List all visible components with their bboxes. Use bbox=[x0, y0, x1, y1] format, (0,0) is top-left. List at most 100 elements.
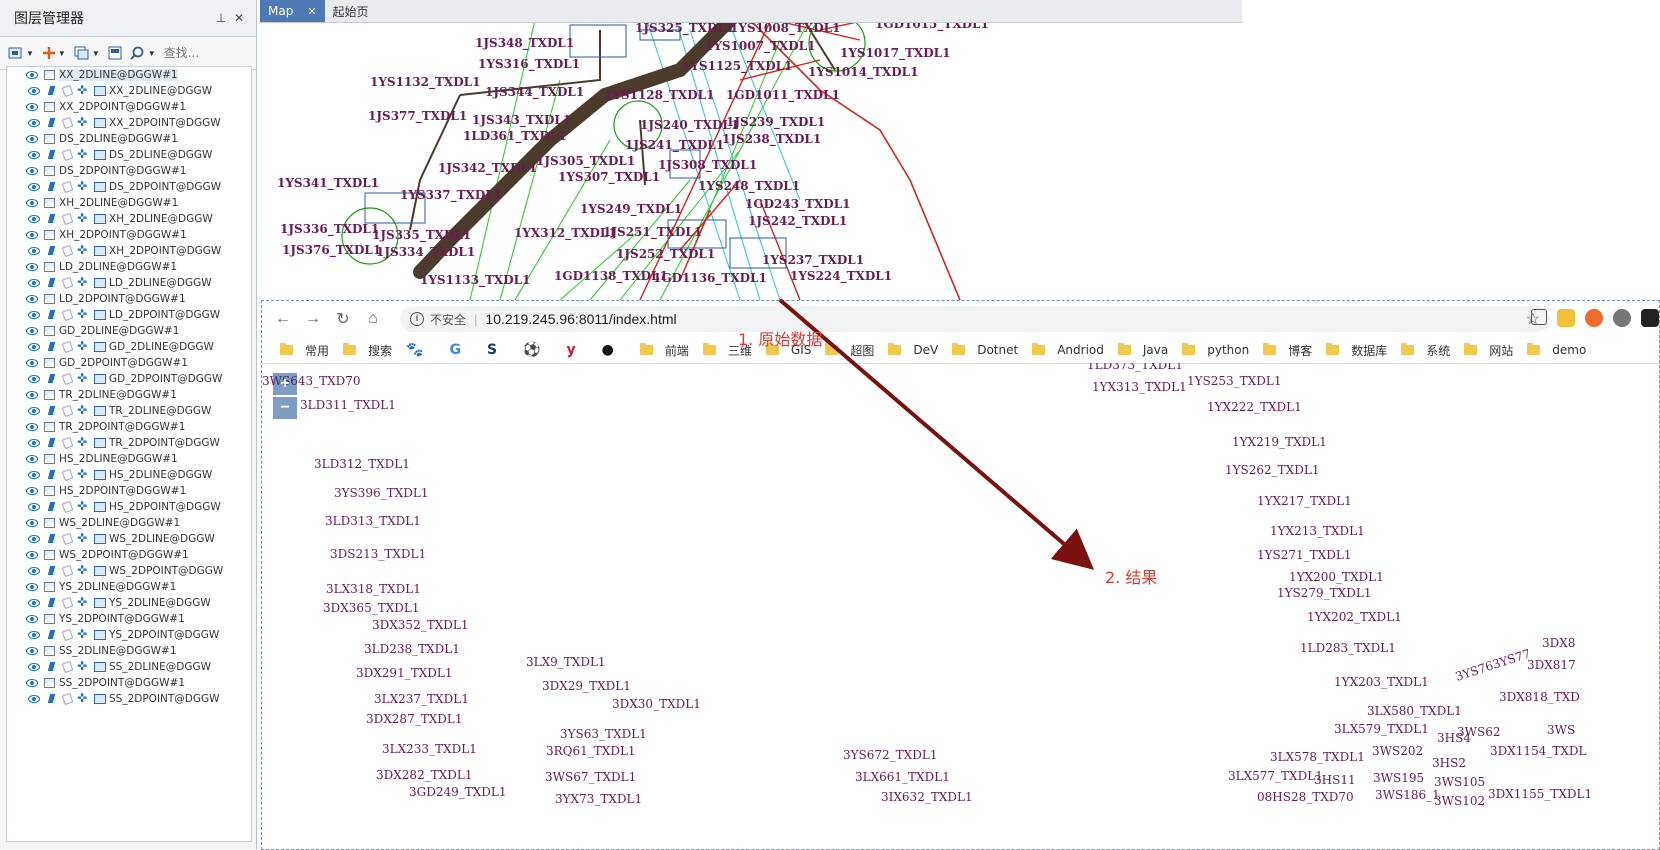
visibility-eye-icon[interactable] bbox=[27, 245, 43, 257]
selectable-pin-icon[interactable] bbox=[45, 629, 59, 641]
selectable-pin-icon[interactable] bbox=[45, 181, 59, 193]
layer-row[interactable]: TR_2DPOINT@DGGW bbox=[7, 435, 251, 451]
bookmark-item[interactable]: DeV bbox=[888, 343, 938, 357]
snap-icon[interactable] bbox=[77, 659, 91, 673]
selectable-pin-icon[interactable] bbox=[45, 565, 59, 577]
editable-icon[interactable] bbox=[61, 405, 75, 417]
layer-group-row[interactable]: XX_2DLINE@DGGW#1 bbox=[7, 67, 251, 83]
editable-icon[interactable] bbox=[61, 693, 75, 705]
bookmark-item[interactable]: 超图 bbox=[825, 342, 874, 359]
search-input[interactable] bbox=[161, 42, 250, 64]
layer-group-row[interactable]: XH_2DLINE@DGGW#1 bbox=[7, 195, 251, 211]
layer-group-row[interactable]: HS_2DPOINT@DGGW#1 bbox=[7, 483, 251, 499]
snap-icon[interactable] bbox=[77, 563, 91, 577]
visibility-eye-icon[interactable] bbox=[27, 373, 43, 385]
editable-icon[interactable] bbox=[61, 277, 75, 289]
pin-icon[interactable]: ⊥ bbox=[212, 11, 230, 25]
editable-icon[interactable] bbox=[61, 373, 75, 385]
layer-row[interactable]: YS_2DLINE@DGGW bbox=[7, 595, 251, 611]
snap-icon[interactable] bbox=[77, 179, 91, 193]
visibility-eye-icon[interactable] bbox=[25, 453, 41, 465]
layer-group-row[interactable]: DS_2DLINE@DGGW#1 bbox=[7, 131, 251, 147]
snap-icon[interactable] bbox=[77, 147, 91, 161]
layer-row[interactable]: TR_2DLINE@DGGW bbox=[7, 403, 251, 419]
visibility-eye-icon[interactable] bbox=[27, 341, 43, 353]
selectable-pin-icon[interactable] bbox=[45, 213, 59, 225]
layer-group-row[interactable]: LD_2DPOINT@DGGW#1 bbox=[7, 291, 251, 307]
selectable-pin-icon[interactable] bbox=[45, 85, 59, 97]
layer-group-row[interactable]: GD_2DPOINT@DGGW#1 bbox=[7, 355, 251, 371]
editable-icon[interactable] bbox=[61, 309, 75, 321]
extension-icon[interactable] bbox=[1557, 309, 1575, 327]
layer-group-row[interactable]: LD_2DLINE@DGGW#1 bbox=[7, 259, 251, 275]
bookmark-item[interactable]: python bbox=[1182, 343, 1249, 357]
bookmark-item[interactable]: S bbox=[487, 342, 509, 358]
snap-icon[interactable] bbox=[77, 595, 91, 609]
layer-row[interactable]: XX_2DLINE@DGGW bbox=[7, 83, 251, 99]
bookmark-item[interactable]: demo bbox=[1527, 343, 1586, 357]
visibility-eye-icon[interactable] bbox=[25, 357, 41, 369]
layer-row[interactable]: WS_2DPOINT@DGGW bbox=[7, 563, 251, 579]
infinity-icon[interactable] bbox=[1585, 309, 1603, 327]
visibility-eye-icon[interactable] bbox=[25, 421, 41, 433]
info-icon[interactable]: i bbox=[410, 312, 424, 326]
editable-icon[interactable] bbox=[61, 533, 75, 545]
editable-icon[interactable] bbox=[61, 661, 75, 673]
editable-icon[interactable] bbox=[61, 469, 75, 481]
editable-icon[interactable] bbox=[61, 341, 75, 353]
visibility-eye-icon[interactable] bbox=[27, 181, 43, 193]
snap-icon[interactable] bbox=[77, 211, 91, 225]
visibility-eye-icon[interactable] bbox=[25, 389, 41, 401]
layer-group-row[interactable]: SS_2DLINE@DGGW#1 bbox=[7, 643, 251, 659]
visibility-eye-icon[interactable] bbox=[27, 213, 43, 225]
snap-icon[interactable] bbox=[77, 371, 91, 385]
selectable-pin-icon[interactable] bbox=[45, 661, 59, 673]
bookmark-item[interactable]: Java bbox=[1117, 343, 1168, 357]
visibility-eye-icon[interactable] bbox=[25, 133, 41, 145]
editable-icon[interactable] bbox=[61, 629, 75, 641]
editable-icon[interactable] bbox=[61, 245, 75, 257]
bookmark-item[interactable]: 前端 bbox=[639, 342, 689, 359]
visibility-eye-icon[interactable] bbox=[27, 501, 43, 513]
selectable-pin-icon[interactable] bbox=[45, 597, 59, 609]
visibility-eye-icon[interactable] bbox=[27, 565, 43, 577]
editable-icon[interactable] bbox=[61, 117, 75, 129]
layer-row[interactable]: XX_2DPOINT@DGGW bbox=[7, 115, 251, 131]
selectable-pin-icon[interactable] bbox=[45, 693, 59, 705]
visibility-eye-icon[interactable] bbox=[25, 645, 41, 657]
layer-group-row[interactable]: SS_2DPOINT@DGGW#1 bbox=[7, 675, 251, 691]
selectable-pin-icon[interactable] bbox=[45, 117, 59, 129]
snap-icon[interactable] bbox=[77, 275, 91, 289]
snap-icon[interactable] bbox=[77, 115, 91, 129]
bookmark-item[interactable]: 🐾 bbox=[406, 342, 435, 358]
back-icon[interactable]: ← bbox=[268, 310, 298, 328]
bookmark-item[interactable]: y bbox=[567, 342, 588, 358]
layer-group-row[interactable]: XX_2DPOINT@DGGW#1 bbox=[7, 99, 251, 115]
visibility-eye-icon[interactable] bbox=[25, 677, 41, 689]
copy-button[interactable]: ▼ bbox=[72, 42, 102, 64]
reload-icon[interactable]: ↻ bbox=[328, 309, 358, 329]
layer-row[interactable]: SS_2DLINE@DGGW bbox=[7, 659, 251, 675]
close-icon[interactable]: ✕ bbox=[230, 11, 248, 25]
snap-icon[interactable] bbox=[77, 307, 91, 321]
layer-group-row[interactable]: HS_2DLINE@DGGW#1 bbox=[7, 451, 251, 467]
sync-icon[interactable] bbox=[1613, 309, 1631, 327]
bookmark-item[interactable]: Andriod bbox=[1032, 343, 1104, 357]
result-map-canvas[interactable]: 3WS643_TXD701LD373_TXDL13LD311_TXDL11YX3… bbox=[262, 363, 1660, 850]
visibility-eye-icon[interactable] bbox=[25, 325, 41, 337]
layer-row[interactable]: SS_2DPOINT@DGGW bbox=[7, 691, 251, 707]
selectable-pin-icon[interactable] bbox=[45, 533, 59, 545]
visibility-eye-icon[interactable] bbox=[27, 149, 43, 161]
layer-row[interactable]: GD_2DPOINT@DGGW bbox=[7, 371, 251, 387]
add-button[interactable]: ▼ bbox=[40, 42, 68, 64]
selectable-pin-icon[interactable] bbox=[45, 245, 59, 257]
home-icon[interactable]: ⌂ bbox=[358, 310, 388, 328]
visibility-eye-icon[interactable] bbox=[25, 197, 41, 209]
bookmark-item[interactable]: 搜索 bbox=[343, 342, 392, 359]
snap-icon[interactable] bbox=[77, 499, 91, 513]
visibility-eye-icon[interactable] bbox=[25, 101, 41, 113]
bookmark-item[interactable]: ● bbox=[602, 342, 626, 358]
selectable-pin-icon[interactable] bbox=[45, 373, 59, 385]
zoom-in-button[interactable]: + bbox=[273, 373, 297, 395]
visibility-eye-icon[interactable] bbox=[27, 629, 43, 641]
